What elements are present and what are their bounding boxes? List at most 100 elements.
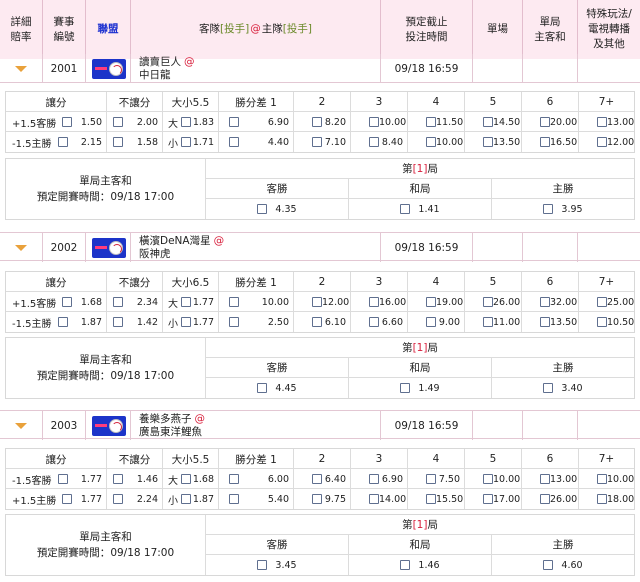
odds-value: 7.50: [438, 473, 460, 485]
margin4-away-checkbox[interactable]: [426, 474, 436, 484]
margin7-home-cell: 10.50: [579, 312, 634, 332]
margin3-home-checkbox[interactable]: [369, 137, 379, 147]
margin4-home-checkbox[interactable]: [426, 494, 436, 504]
away-win-checkbox[interactable]: [257, 204, 268, 214]
expand-toggle[interactable]: [0, 411, 43, 440]
margin4-home-cell: 9.00: [408, 312, 465, 332]
margin3-away-checkbox[interactable]: [369, 297, 379, 307]
margin5-home-checkbox[interactable]: [483, 317, 493, 327]
no-spread-away-checkbox[interactable]: [113, 474, 123, 484]
under-checkbox[interactable]: [181, 137, 191, 147]
draw-checkbox[interactable]: [400, 560, 411, 570]
margin2-away-checkbox[interactable]: [312, 297, 322, 307]
margin5-home-checkbox[interactable]: [483, 494, 493, 504]
margin2-away-checkbox[interactable]: [312, 474, 322, 484]
margin7-home-checkbox[interactable]: [597, 137, 607, 147]
draw-checkbox[interactable]: [400, 204, 411, 214]
label-margin-6: 6: [522, 92, 579, 112]
odds-value: 26.00: [493, 296, 521, 308]
odds-value: 12.00: [322, 296, 350, 308]
margin1-away-checkbox[interactable]: [229, 117, 239, 127]
margin5-home-checkbox[interactable]: [483, 137, 493, 147]
margin3-home-checkbox[interactable]: [369, 494, 379, 504]
margin6-away-checkbox[interactable]: [540, 297, 550, 307]
margin1-home-checkbox[interactable]: [229, 494, 239, 504]
away-win-checkbox[interactable]: [257, 383, 268, 393]
under-checkbox[interactable]: [181, 317, 191, 327]
margin1-away-checkbox[interactable]: [229, 474, 239, 484]
under-checkbox[interactable]: [181, 494, 191, 504]
margin6-away-checkbox[interactable]: [540, 474, 550, 484]
margin3-home-checkbox[interactable]: [369, 317, 379, 327]
margin1-home-checkbox[interactable]: [229, 317, 239, 327]
draw-option: 1.49: [349, 378, 492, 398]
chevron-down-icon[interactable]: [15, 65, 27, 72]
odds-value: 15.50: [436, 493, 464, 505]
margin4-away-checkbox[interactable]: [426, 297, 436, 307]
over-checkbox[interactable]: [181, 297, 191, 307]
margin3-away-checkbox[interactable]: [369, 474, 379, 484]
expand-toggle[interactable]: [0, 233, 43, 262]
margin3-away-checkbox[interactable]: [369, 117, 379, 127]
odds-value: 14.50: [493, 116, 521, 128]
odds-value: 1.87: [192, 493, 214, 505]
margin5-away-checkbox[interactable]: [483, 117, 493, 127]
home-win-checkbox[interactable]: [543, 204, 554, 214]
header-special-line2: 電視轉播: [587, 23, 630, 35]
no-spread-home-checkbox[interactable]: [113, 317, 123, 327]
over-checkbox[interactable]: [181, 474, 191, 484]
spread-away-cell: +1.5客勝 1.50: [6, 112, 107, 132]
home-win-checkbox[interactable]: [543, 383, 554, 393]
header-league-label[interactable]: 聯盟: [98, 22, 119, 37]
odds-value: 2.15: [80, 136, 102, 148]
margin2-home-checkbox[interactable]: [312, 137, 322, 147]
margin5-away-checkbox[interactable]: [483, 297, 493, 307]
spread-away-checkbox[interactable]: [62, 297, 73, 307]
margin6-home-checkbox[interactable]: [540, 494, 550, 504]
no-spread-away-checkbox[interactable]: [113, 117, 123, 127]
margin2-home-checkbox[interactable]: [312, 317, 322, 327]
label-no-spread: 不讓分: [107, 92, 163, 112]
spread-home-checkbox[interactable]: [57, 137, 68, 147]
margin7-home-checkbox[interactable]: [597, 494, 607, 504]
over-checkbox[interactable]: [181, 117, 191, 127]
margin2-home-cell: 7.10: [294, 132, 351, 152]
no-spread-away-checkbox[interactable]: [113, 297, 123, 307]
spread-away-checkbox[interactable]: [57, 474, 68, 484]
spread-home-checkbox[interactable]: [62, 494, 73, 504]
away-team: 養樂多燕子: [139, 412, 192, 425]
margin7-home-checkbox[interactable]: [597, 317, 607, 327]
spread-away-checkbox[interactable]: [62, 117, 73, 127]
margin1-home-checkbox[interactable]: [229, 137, 239, 147]
odds-value: 16.50: [550, 136, 578, 148]
margin5-away-checkbox[interactable]: [483, 474, 493, 484]
margin2-home-checkbox[interactable]: [312, 494, 322, 504]
margin7-away-checkbox[interactable]: [597, 117, 607, 127]
label-margin-2: 2: [294, 272, 351, 292]
margin5-away-cell: 10.00: [465, 469, 522, 489]
chevron-down-icon[interactable]: [15, 244, 27, 251]
no-spread-home-checkbox[interactable]: [113, 137, 123, 147]
margin6-away-checkbox[interactable]: [540, 117, 550, 127]
no-spread-home-checkbox[interactable]: [113, 494, 123, 504]
label-spread: 讓分: [6, 449, 107, 469]
expand-toggle[interactable]: [0, 54, 43, 83]
home-win-checkbox[interactable]: [543, 560, 554, 570]
margin4-home-checkbox[interactable]: [426, 317, 436, 327]
spread-home-checkbox[interactable]: [57, 317, 68, 327]
at-symbol: @: [213, 234, 225, 247]
label-over-under: 大小6.5: [163, 272, 219, 292]
margin4-home-checkbox[interactable]: [426, 137, 436, 147]
margin6-home-checkbox[interactable]: [540, 137, 550, 147]
chevron-down-icon[interactable]: [15, 422, 27, 429]
margin6-home-checkbox[interactable]: [540, 317, 550, 327]
draw-checkbox[interactable]: [400, 383, 411, 393]
label-margin-1: 勝分差 1: [219, 449, 294, 469]
margin7-away-checkbox[interactable]: [597, 474, 607, 484]
margin1-away-checkbox[interactable]: [229, 297, 239, 307]
margin2-away-checkbox[interactable]: [312, 117, 322, 127]
header-league-link[interactable]: 聯盟: [86, 0, 131, 59]
margin4-away-checkbox[interactable]: [426, 117, 436, 127]
margin7-away-checkbox[interactable]: [597, 297, 607, 307]
away-win-checkbox[interactable]: [257, 560, 268, 570]
